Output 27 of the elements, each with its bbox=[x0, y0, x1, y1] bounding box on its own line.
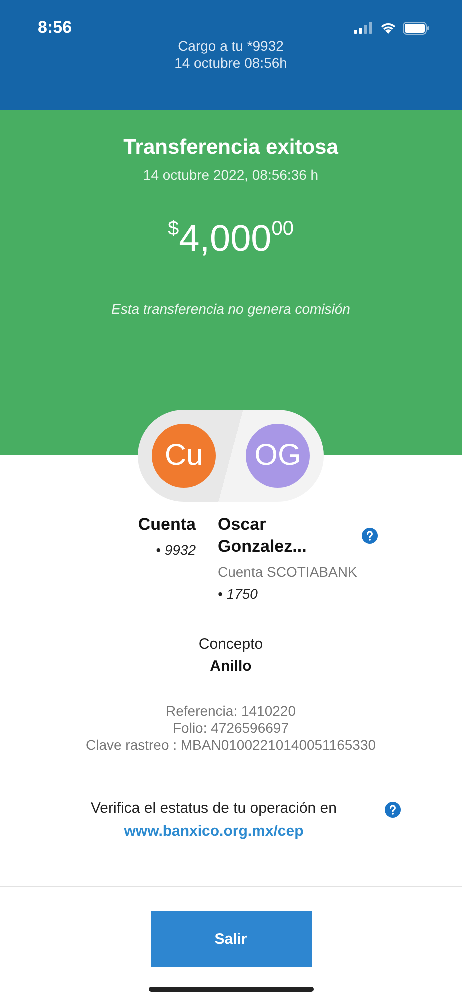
banxico-link[interactable]: www.banxico.org.mx/cep bbox=[91, 823, 337, 840]
amount-text: $^{$}$4,000$^{00}$ bbox=[167, 217, 295, 261]
account-number: • 1750 bbox=[218, 586, 259, 602]
bank-name: Cuenta SCOTIABANK bbox=[218, 564, 358, 580]
account-name: Cuenta bbox=[138, 514, 196, 536]
concept-label: Concepto bbox=[198, 636, 264, 653]
clock-time: 8:56 bbox=[38, 18, 72, 38]
account-number: • 9932 bbox=[155, 542, 196, 558]
charge-account-text: Cargo a tu *9932 bbox=[177, 38, 285, 55]
help-icon[interactable] bbox=[385, 802, 401, 818]
concept-value: Anillo bbox=[210, 658, 252, 675]
help-icon[interactable] bbox=[362, 528, 378, 544]
avatar-initials: Cu bbox=[152, 424, 216, 488]
transfer-date: 14 octubre 2022, 08:56:36 h bbox=[142, 167, 320, 183]
battery-icon bbox=[403, 22, 430, 34]
signal-icon bbox=[354, 22, 374, 34]
verify-text: Verifica el estatus de tu operación en bbox=[91, 800, 337, 817]
charge-date-text: 14 octubre 08:56h bbox=[174, 55, 288, 72]
success-title: Transferencia exitosa bbox=[122, 135, 340, 161]
exit-button[interactable]: Salir bbox=[150, 911, 312, 967]
reference-line: Referencia: 1410220 bbox=[165, 703, 297, 720]
account-name: Oscar Gonzalez... bbox=[218, 514, 308, 558]
avatar-initials: OG bbox=[246, 424, 310, 488]
fee-note: Esta transferencia no genera comisión bbox=[110, 301, 352, 317]
reference-line: Clave rastreo : MBAN01002210140051165330 bbox=[86, 737, 376, 754]
wifi-icon bbox=[380, 22, 397, 34]
reference-line: Folio: 4726596697 bbox=[172, 720, 290, 737]
